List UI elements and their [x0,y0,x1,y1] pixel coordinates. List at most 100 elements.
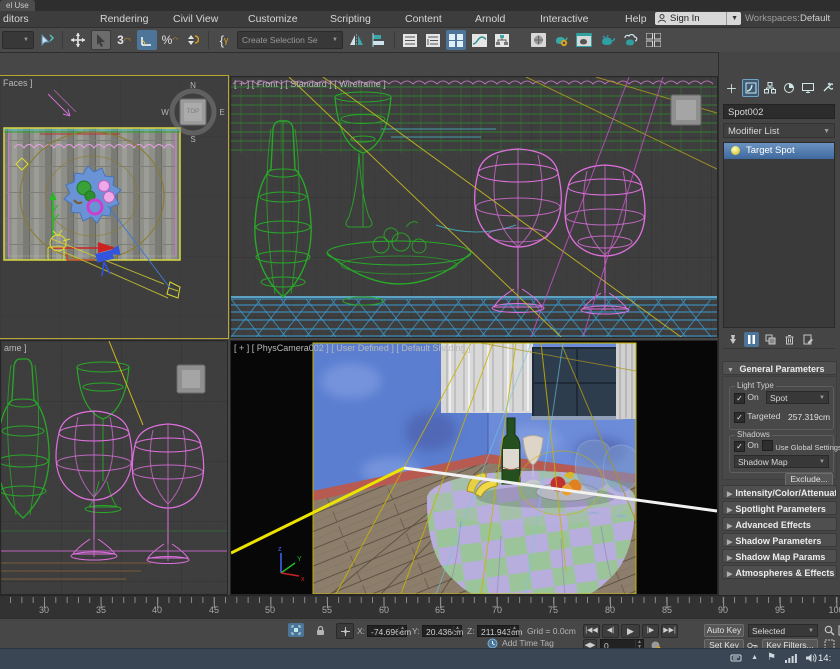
light-on-checkbox[interactable]: ✓ On [734,392,759,404]
compass-e[interactable]: E [219,108,224,117]
make-unique-button[interactable] [763,332,778,347]
auto-key-button[interactable]: Auto Key [704,624,744,637]
window-title-tab[interactable]: el Use [0,0,35,11]
named-selection-set-dropdown[interactable]: Create Selection Se ▼ [237,31,343,49]
viewcube[interactable] [671,95,701,125]
network-signal-icon[interactable] [785,653,797,663]
spinner-snap-button[interactable] [183,30,203,50]
render-setup-button[interactable] [551,30,571,50]
selection-filter-dropdown[interactable]: ▼ [2,31,34,49]
tray-app-icon[interactable] [730,653,742,663]
shadows-on-checkbox[interactable]: ✓ On [734,440,759,452]
menu-content[interactable]: Content [405,12,442,26]
use-global-settings-checkbox[interactable]: Use Global Settings [762,440,840,452]
tab-motion[interactable] [780,79,797,97]
viewport-top-right[interactable]: [ + ] [ Front ] [ Standard ] [ Wireframe… [230,76,718,338]
scene-explorer-button[interactable] [400,30,420,50]
viewport-bl-label[interactable]: ame ] [4,343,27,353]
select-move-button[interactable] [68,30,88,50]
state-sets-button[interactable] [643,30,663,50]
z-coordinate-field[interactable]: 211.943cm▲▼ [477,625,519,637]
ribbon-toggle-button[interactable] [446,30,466,50]
rollout-advanced-effects[interactable]: ▶Advanced Effects [722,517,837,531]
select-place-icon[interactable] [37,30,57,50]
rollout-spotlight-parameters[interactable]: ▶Spotlight Parameters [722,501,837,515]
select-object-button[interactable] [91,30,111,50]
windows-taskbar[interactable]: ▲ ⚑ 14: [0,648,840,669]
viewcube[interactable] [177,365,205,393]
volume-icon[interactable] [806,653,818,663]
play-button[interactable]: ▶ [621,624,640,638]
x-coordinate-field[interactable]: -74.696cm▲▼ [367,625,407,637]
menu-scripting[interactable]: Scripting [330,12,371,26]
tab-display[interactable] [799,79,816,97]
tray-flag-icon[interactable]: ⚑ [767,652,776,663]
viewport-br-label[interactable]: [ + ] [ PhysCamera002 ] [ User Defined ]… [234,343,470,353]
tab-create[interactable]: ＋ [723,79,740,97]
menu-rendering[interactable]: Rendering [100,12,148,26]
menu-help[interactable]: Help [625,12,647,26]
align-button[interactable] [369,30,389,50]
mirror-button[interactable] [346,30,366,50]
workspace-dropdown[interactable]: Default [800,13,830,24]
shadow-method-dropdown[interactable]: Shadow Map ▼ [734,455,829,468]
absolute-relative-coord-toggle[interactable] [336,623,354,639]
layer-explorer-button[interactable] [423,30,443,50]
viewport-top-left[interactable]: Faces ] [0,76,228,338]
go-to-start-button[interactable]: |◀◀ [583,624,600,638]
target-distance-field[interactable]: 257.319cm [788,412,830,422]
pin-stack-button[interactable] [725,332,740,347]
edit-named-selection-button[interactable]: {γ [214,30,234,50]
viewport-tl-label[interactable]: Faces ] [3,78,33,88]
selection-set-key-dropdown[interactable]: Selected▼ [748,624,818,637]
viewport-bottom-right[interactable]: [ + ] [ PhysCamera002 ] [ User Defined ]… [230,340,718,595]
modifier-stack-row[interactable]: Target Spot [724,143,834,159]
timeline-track-bar[interactable]: 30 35 40 45 50 55 60 65 70 75 80 85 90 9… [0,595,840,619]
spinner-icon[interactable]: ▲▼ [510,626,518,636]
go-to-end-button[interactable]: ▶▶| [661,624,678,638]
rollout-general-parameters[interactable]: ▼ General Parameters [722,361,837,375]
rollout-atmospheres-effects[interactable]: ▶Atmospheres & Effects [722,565,837,579]
next-frame-button[interactable]: |▶ [642,624,659,638]
rollout-intensity-color-attenuation[interactable]: ▶Intensity/Color/Attenuation [722,485,837,499]
viewcube-top-label[interactable]: TOP [187,109,199,115]
spinner-icon[interactable]: ▲▼ [453,626,461,636]
selection-lock-toggle[interactable] [312,623,328,637]
configure-modifier-sets-button[interactable] [801,332,816,347]
spinner-icon[interactable]: ▲▼ [398,626,406,636]
isolate-selection-toggle[interactable] [288,623,304,637]
sign-in-button[interactable]: Sign In ▼ [655,12,741,25]
rollout-shadow-map-params[interactable]: ▶Shadow Map Params [722,549,837,563]
light-type-dropdown[interactable]: Spot ▼ [766,391,829,404]
snap-toggle-button[interactable]: 3◠ [114,30,134,50]
angle-snap-button[interactable] [137,30,157,50]
menu-civil-view[interactable]: Civil View [173,12,218,26]
zoom-button[interactable] [822,623,836,637]
menu-customize[interactable]: Customize [248,12,298,26]
taskbar-clock[interactable]: 14: [818,653,840,664]
show-end-result-button[interactable] [744,332,759,347]
previous-frame-button[interactable]: ◀| [602,624,619,638]
compass-n[interactable]: N [190,81,196,90]
tab-utilities[interactable] [818,79,835,97]
material-editor-button[interactable] [528,30,548,50]
menu-interactive[interactable]: Interactive [540,12,588,26]
menu-editors[interactable]: ditors [3,12,29,26]
viewport-tr-label[interactable]: [ + ] [ Front ] [ Standard ] [ Wireframe… [234,79,386,89]
menu-arnold[interactable]: Arnold [475,12,505,26]
add-time-tag[interactable]: Add Time Tag [502,638,554,648]
object-name-field[interactable]: Spot002 [723,104,835,119]
targeted-checkbox[interactable]: ✓ Targeted [734,411,780,423]
compass-w[interactable]: W [161,108,169,117]
tab-modify[interactable] [742,79,759,97]
tab-hierarchy[interactable] [761,79,778,97]
zoom-extents-button[interactable] [836,623,840,637]
schematic-view-button[interactable] [492,30,512,50]
tray-expand-icon[interactable]: ▲ [751,654,758,661]
modifier-stack[interactable]: Target Spot [723,142,835,328]
remove-modifier-button[interactable] [782,332,797,347]
modifier-list-dropdown[interactable]: Modifier List ▼ [723,123,835,138]
compass-s[interactable]: S [190,135,195,144]
percent-snap-button[interactable]: %◠ [160,30,180,50]
render-cloud-button[interactable] [620,30,640,50]
